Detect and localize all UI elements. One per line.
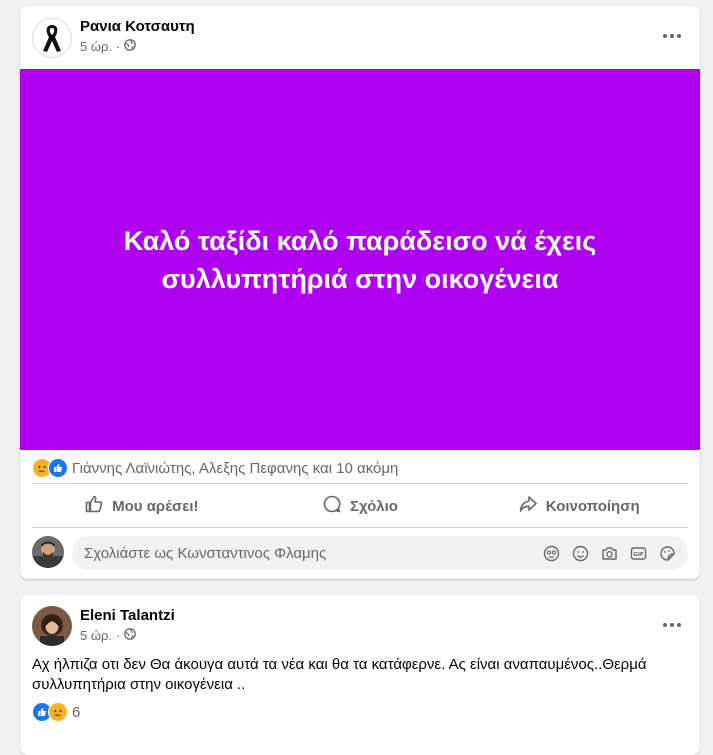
post-time[interactable]: 5 ώρ. bbox=[80, 39, 112, 54]
emoji-icon[interactable] bbox=[571, 544, 589, 562]
reactions-summary[interactable]: Γιάννης Λαϊνιώτης, Αλεξης Πεφανης και 10… bbox=[32, 457, 398, 479]
comment-placeholder: Σχολιάστε ως Κωνσταντινος Φλαμης bbox=[84, 544, 327, 562]
divider bbox=[32, 483, 688, 484]
gif-icon[interactable]: GIF bbox=[629, 544, 647, 562]
post-card: Eleni Talantzi 5 ώρ. · Αχ ήλπιζα οτι δεν… bbox=[20, 595, 700, 755]
like-button[interactable]: Μου αρέσει! bbox=[32, 488, 251, 524]
globe-icon bbox=[124, 39, 137, 54]
thumbs-up-icon bbox=[84, 494, 104, 518]
comment-composer: Σχολιάστε ως Κωνσταντινος Φλαμης GIF bbox=[32, 536, 688, 570]
meta-separator: · bbox=[116, 39, 121, 54]
like-reaction-icon bbox=[48, 458, 68, 478]
svg-text:GIF: GIF bbox=[633, 552, 644, 558]
reactions-summary[interactable]: 6 bbox=[32, 701, 80, 723]
camera-icon[interactable] bbox=[600, 544, 618, 562]
post-actions: Μου αρέσει! Σχόλιο Κοινοποίηση bbox=[32, 488, 688, 524]
avatar[interactable] bbox=[32, 18, 72, 58]
reaction-count: 6 bbox=[72, 703, 81, 721]
globe-icon bbox=[124, 628, 137, 643]
post-author[interactable]: Ρανια Κοτσαυτη bbox=[80, 18, 195, 35]
post-meta: 5 ώρ. · bbox=[80, 39, 137, 54]
comment-label: Σχόλιο bbox=[350, 497, 398, 515]
more-options-icon[interactable] bbox=[660, 24, 684, 48]
post-image-text: Καλό ταξίδι καλό παράδεισο νά έχεις συλλ… bbox=[123, 225, 597, 294]
post-author[interactable]: Eleni Talantzi bbox=[80, 607, 175, 624]
like-label: Μου αρέσει! bbox=[112, 497, 199, 515]
share-label: Κοινοποίηση bbox=[545, 497, 640, 515]
share-button[interactable]: Κοινοποίηση bbox=[469, 488, 688, 524]
sad-reaction-icon bbox=[48, 702, 68, 722]
post-time[interactable]: 5 ώρ. bbox=[80, 628, 112, 643]
comment-button[interactable]: Σχόλιο bbox=[251, 488, 470, 524]
reactions-text: Γιάννης Λαϊνιώτης, Αλεξης Πεφανης και 10… bbox=[72, 459, 399, 477]
comment-icon bbox=[322, 494, 342, 518]
post-card: Ρανια Κοτσαυτη 5 ώρ. · Καλό ταξίδι καλό … bbox=[20, 6, 700, 579]
more-options-icon[interactable] bbox=[660, 613, 684, 637]
post-body: Αχ ήλπιζα οτι δεν Θα άκουγα αυτά τα νέα … bbox=[32, 656, 647, 693]
avatar[interactable] bbox=[32, 606, 72, 646]
meta-separator: · bbox=[116, 628, 121, 643]
current-user-avatar[interactable] bbox=[32, 536, 64, 568]
post-meta: 5 ώρ. · bbox=[80, 628, 137, 643]
post-image[interactable]: Καλό ταξίδι καλό παράδεισο νά έχεις συλλ… bbox=[20, 69, 700, 450]
comment-input[interactable]: Σχολιάστε ως Κωνσταντινος Φλαμης GIF bbox=[72, 536, 688, 570]
divider bbox=[32, 527, 688, 528]
avatar-sticker-icon[interactable] bbox=[542, 544, 560, 562]
sticker-icon[interactable] bbox=[658, 544, 676, 562]
share-icon bbox=[518, 494, 538, 518]
